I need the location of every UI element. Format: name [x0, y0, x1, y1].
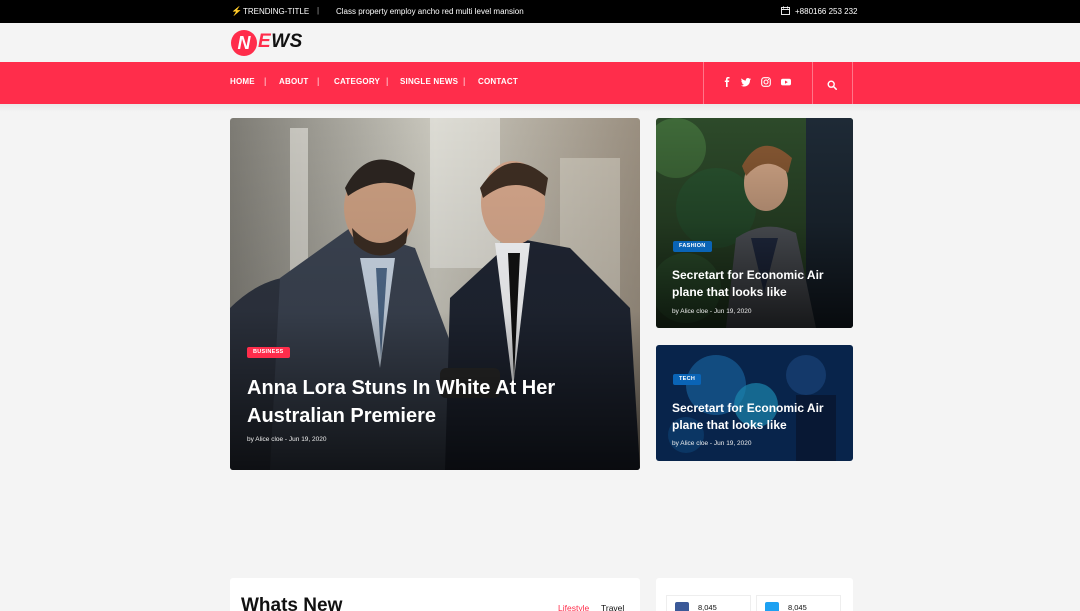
youtube-icon[interactable]	[781, 77, 791, 87]
top-bar: ⚡ TRENDING-TITLE | Class property employ…	[0, 0, 1080, 23]
nav-shadow	[0, 104, 1080, 112]
calendar-icon	[781, 6, 790, 15]
side-post[interactable]: TECH Secretart for Economic Air plane th…	[656, 345, 853, 461]
instagram-icon[interactable]	[761, 77, 771, 87]
logo[interactable]: N	[231, 30, 257, 56]
trending-headline[interactable]: Class property employ ancho red multi le…	[336, 7, 524, 16]
nav-divider	[812, 62, 813, 104]
section-title: Whats New	[241, 595, 343, 611]
side-post-title[interactable]: Secretart for Economic Air plane that lo…	[672, 267, 842, 301]
phone-number[interactable]: +880166 253 232	[795, 7, 858, 16]
twitter-count: 8,045	[788, 603, 807, 611]
logo-letter: N	[237, 33, 251, 53]
logo-letters-ws: WS	[271, 31, 303, 52]
logo-letter-e: E	[258, 31, 272, 52]
nav-divider	[852, 62, 853, 104]
whats-new-panel: Whats New Lifestyle Travel	[230, 578, 640, 611]
featured-meta: by Alice cloe - Jun 19, 2020	[247, 436, 327, 443]
side-post-title[interactable]: Secretart for Economic Air plane that lo…	[672, 400, 842, 434]
main-nav: HOME | ABOUT | CATEGORY | SINGLE NEWS | …	[0, 62, 1080, 104]
side-post[interactable]: FASHION Secretart for Economic Air plane…	[656, 118, 853, 328]
tab-lifestyle[interactable]: Lifestyle	[558, 603, 589, 611]
nav-about[interactable]: ABOUT	[279, 77, 308, 86]
side-post-meta: by Alice cloe - Jun 19, 2020	[672, 308, 752, 315]
side-post-meta: by Alice cloe - Jun 19, 2020	[672, 440, 752, 447]
nav-home[interactable]: HOME	[230, 77, 255, 86]
bolt-icon: ⚡	[231, 6, 243, 16]
nav-separator: |	[264, 76, 267, 86]
facebook-icon	[675, 602, 689, 611]
nav-separator: |	[386, 76, 389, 86]
nav-separator: |	[317, 76, 320, 86]
category-badge[interactable]: TECH	[673, 374, 702, 385]
category-badge[interactable]: FASHION	[673, 241, 712, 252]
tab-travel[interactable]: Travel	[601, 603, 624, 611]
featured-title[interactable]: Anna Lora Stuns In White At Her Australi…	[247, 374, 607, 430]
logo-text[interactable]: EWS	[258, 31, 303, 53]
featured-post[interactable]: BUSINESS Anna Lora Stuns In White At Her…	[230, 118, 640, 470]
nav-divider	[703, 62, 704, 104]
trending-label[interactable]: TRENDING-TITLE	[243, 7, 309, 16]
brand-bar: N EWS	[0, 23, 1080, 62]
facebook-count-box[interactable]: 8,045	[666, 595, 751, 611]
twitter-icon	[765, 602, 779, 611]
nav-separator: |	[463, 76, 466, 86]
twitter-count-box[interactable]: 8,045	[756, 595, 841, 611]
social-counts-panel: 8,045 8,045	[656, 578, 853, 611]
nav-single-news[interactable]: SINGLE NEWS	[400, 77, 458, 86]
nav-contact[interactable]: CONTACT	[478, 77, 518, 86]
facebook-icon[interactable]	[722, 77, 732, 87]
topbar-separator: |	[317, 6, 320, 15]
twitter-icon[interactable]	[741, 77, 751, 87]
search-icon[interactable]	[827, 77, 837, 90]
category-badge[interactable]: BUSINESS	[247, 347, 290, 358]
nav-category[interactable]: CATEGORY	[334, 77, 380, 86]
facebook-count: 8,045	[698, 603, 717, 611]
